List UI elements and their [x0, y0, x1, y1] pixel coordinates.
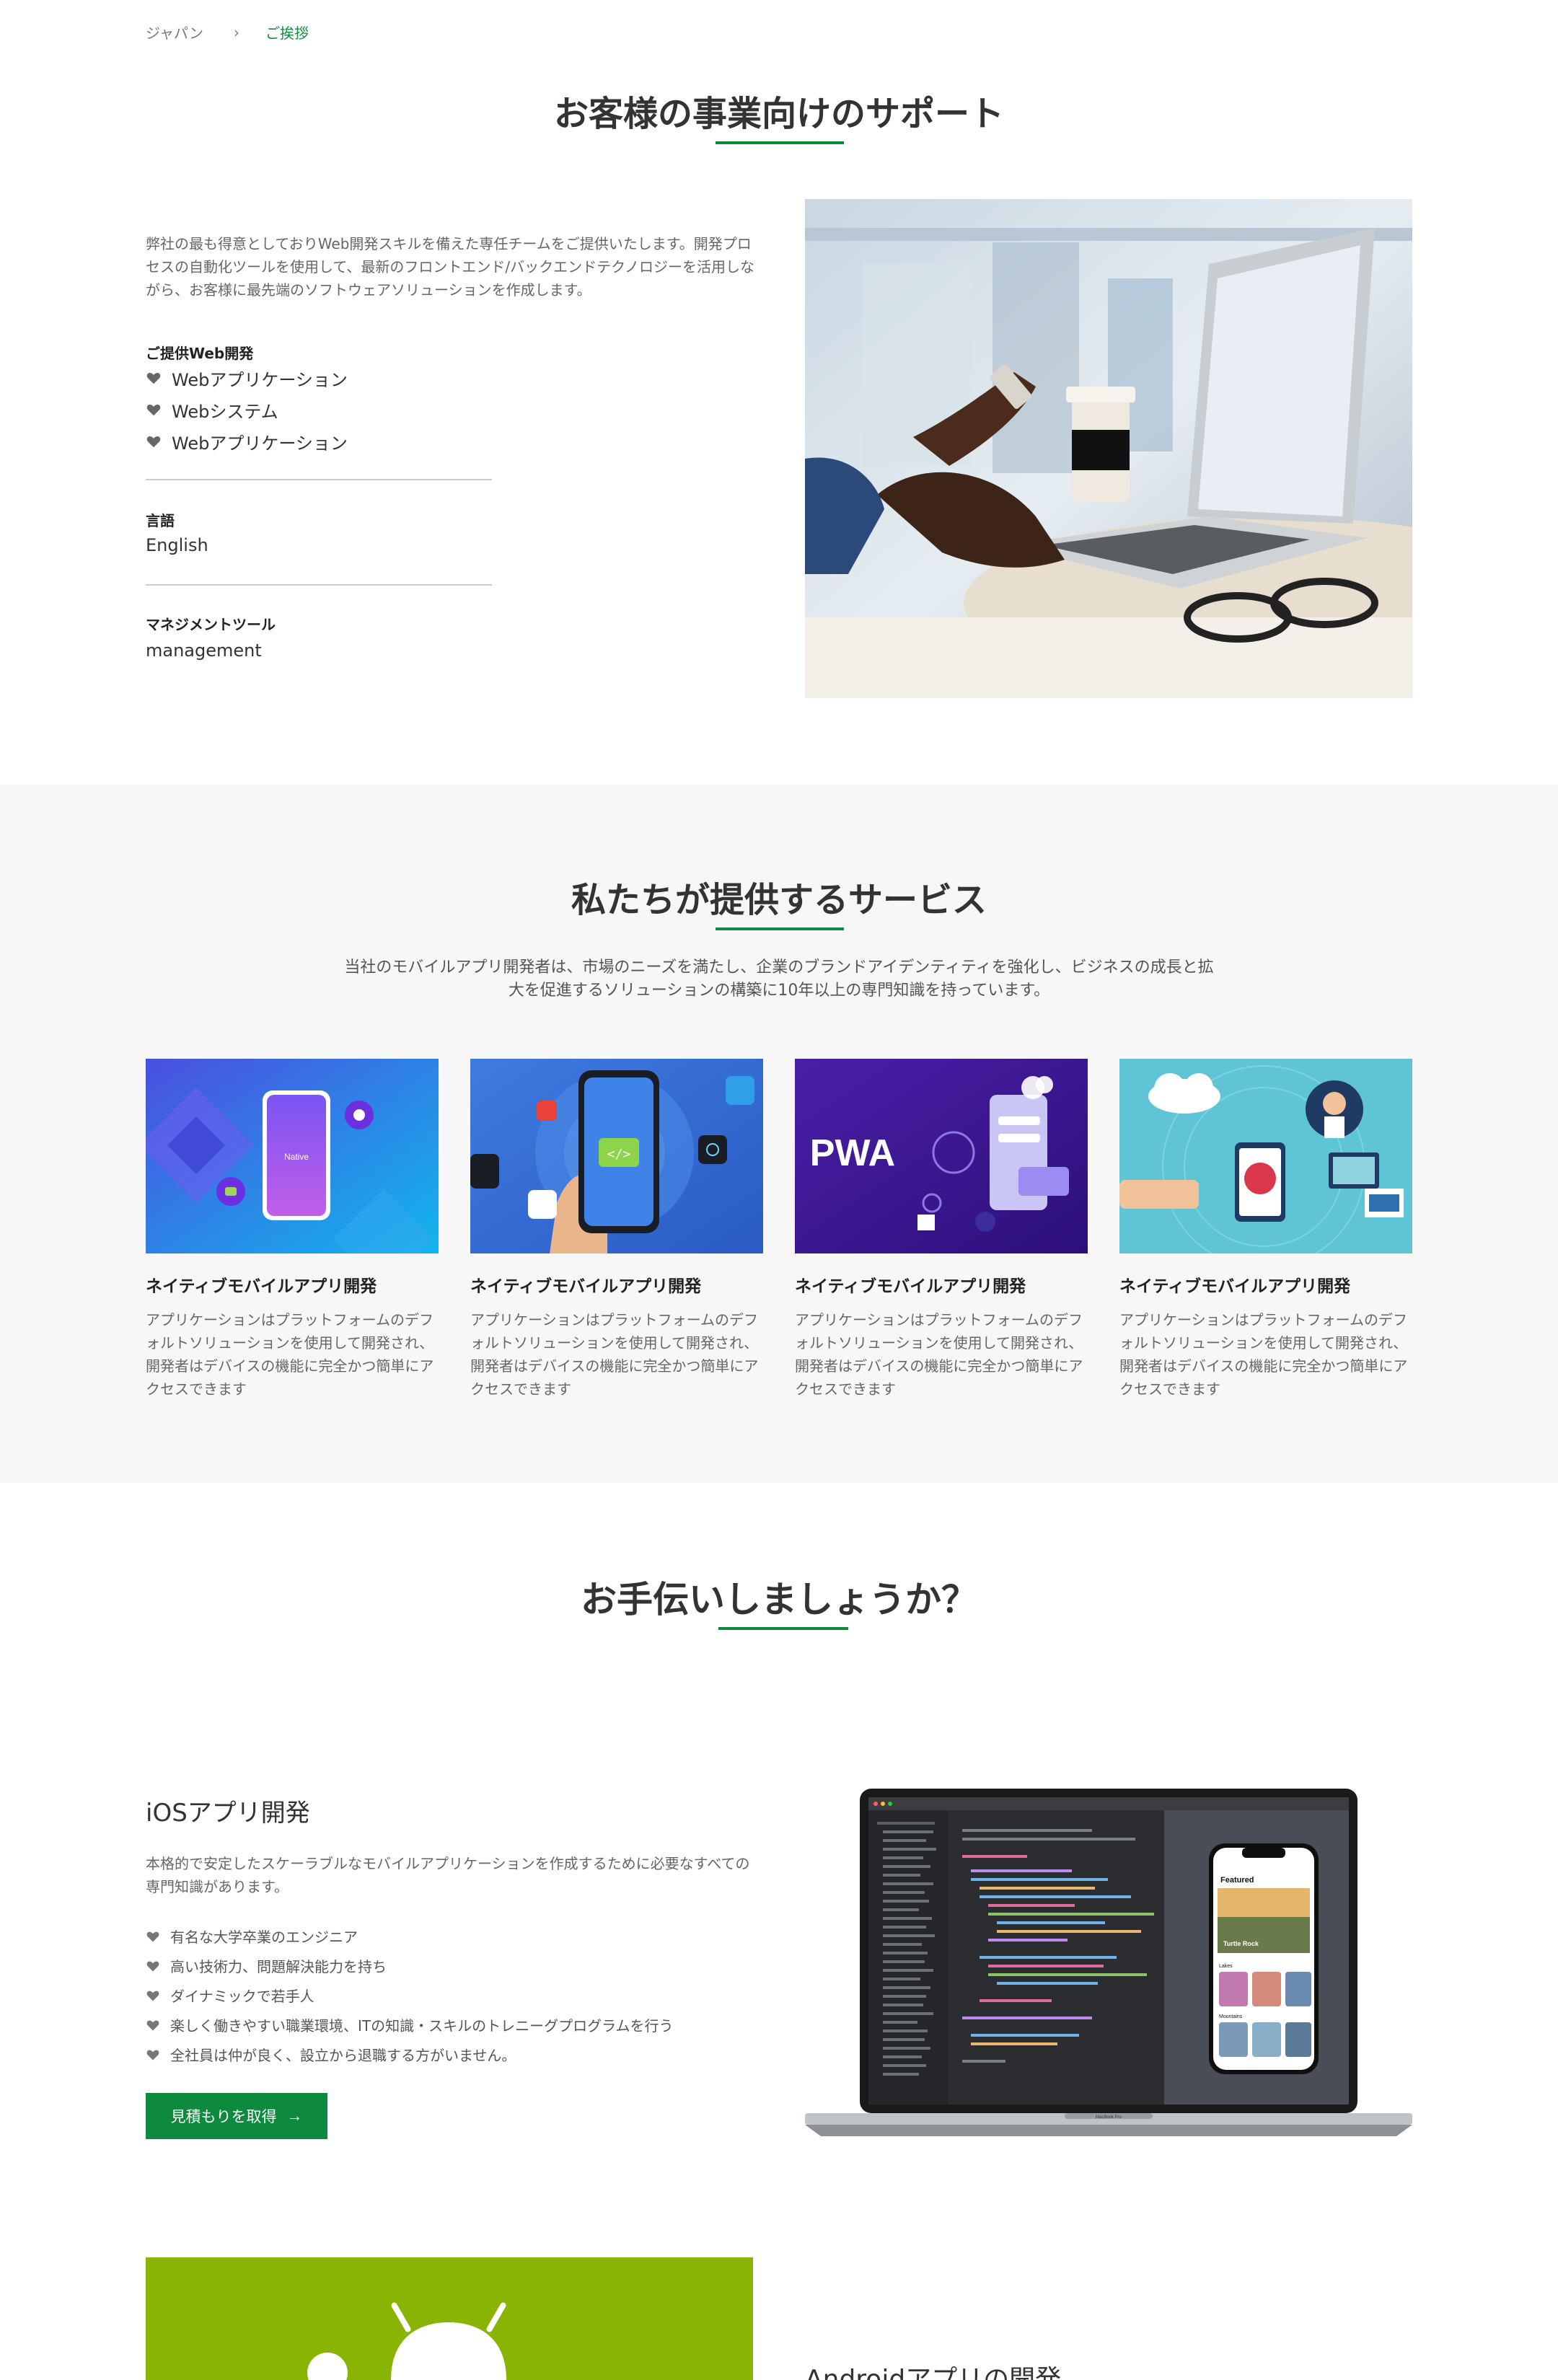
ios-title: iOSアプリ開発: [146, 1799, 310, 1828]
get-quote-label: 見積もりを取得: [170, 2109, 277, 2125]
pwa-logo-text: PWA: [810, 1132, 895, 1174]
list-item: 楽しく働きやすい職業環境、ITの知識・スキルのトレニーグプログラムを行う: [146, 2010, 674, 2040]
android-title: Androidアプリの開発: [805, 2365, 1062, 2380]
section-title-services: 私たちが提供するサービス: [571, 880, 987, 920]
macbook-mockup: Featured Turtle Rock Lakes Mountains Mac…: [805, 1786, 1412, 2143]
web-dev-list: Webアプリケーション Webシステム Webアプリケーション: [146, 362, 348, 457]
language-value: English: [146, 535, 208, 555]
arrow-right-icon: →: [286, 2107, 303, 2125]
laptop-photo: [805, 199, 1412, 698]
divider: [146, 584, 492, 586]
management-tool-label: マネジメントツール: [146, 616, 276, 633]
heart-icon: [146, 1929, 160, 1944]
ios-point: 楽しく働きやすい職業環境、ITの知識・スキルのトレニーグプログラムを行う: [170, 2017, 674, 2035]
list-item: Webアプリケーション: [146, 362, 348, 394]
laptop-brand-text: MacBook Pro: [1096, 2115, 1122, 2120]
heart-icon: [146, 433, 162, 449]
heart-icon: [146, 2018, 160, 2032]
title-underline: [716, 141, 844, 144]
service-card[interactable]: </> ネイティブモバイルアプリ開発 アプリケーションはプラットフォームのデフォ…: [470, 1059, 763, 1401]
phone-turtle-rock-text: Turtle Rock: [1223, 1940, 1259, 1947]
android-illustration: [146, 2257, 753, 2380]
card-text: アプリケーションはプラットフォームのデフォルトソリューションを使用して開発され、…: [470, 1311, 759, 1398]
native-label: Native: [284, 1152, 309, 1162]
cross-platform-image: </>: [470, 1059, 763, 1253]
phone-lakes-text: Lakes: [1219, 1964, 1233, 1969]
heart-icon: [146, 1988, 160, 2003]
management-tool-value: management: [146, 640, 262, 661]
section-title-help: お手伝いしましょうか？: [581, 1579, 977, 1621]
list-item: ダイナミックで若手人: [146, 1980, 674, 2010]
service-card[interactable]: Native ネイティブモバイルアプリ開発 アプリケーションはプラットフォームの…: [146, 1059, 439, 1401]
language-label: 言語: [146, 512, 175, 529]
get-quote-button[interactable]: 見積もりを取得 →: [146, 2093, 327, 2139]
ios-point: 有名な大学卒業のエンジニア: [170, 1929, 358, 1946]
list-item: Webアプリケーション: [146, 426, 348, 457]
heart-icon: [146, 1959, 160, 1973]
chevron-right-icon: ›: [234, 23, 239, 41]
list-item: 有名な大学卒業のエンジニア: [146, 1921, 674, 1951]
card-text: アプリケーションはプラットフォームのデフォルトソリューションを使用して開発され、…: [1119, 1311, 1408, 1398]
service-card[interactable]: ネイティブモバイルアプリ開発 アプリケーションはプラットフォームのデフォルトソリ…: [1119, 1059, 1412, 1401]
card-title: ネイティブモバイルアプリ開発: [146, 1277, 377, 1296]
card-title: ネイティブモバイルアプリ開発: [1119, 1277, 1351, 1296]
breadcrumb-home[interactable]: ジャパン: [146, 22, 203, 43]
ios-point: 高い技術力、問題解決能力を持ち: [170, 1958, 387, 1975]
native-app-image: Native: [146, 1059, 439, 1253]
list-item: Webシステム: [146, 394, 348, 426]
web-dev-label: ご提供Web開発: [146, 345, 254, 362]
services-description: 当社のモバイルアプリ開発者は、市場のニーズを満たし、企業のブランドアイデンティテ…: [344, 958, 1214, 1000]
web-dev-item: Webアプリケーション: [172, 369, 348, 390]
svg-text:</>: </>: [607, 1147, 631, 1162]
phone-mountains-text: Mountains: [1219, 2014, 1243, 2019]
title-underline: [716, 927, 844, 930]
ios-point: ダイナミックで若手人: [170, 1988, 314, 2005]
breadcrumb-current: ご挨拶: [265, 25, 309, 42]
section-title-support: お客様の事業向けのサポート: [553, 94, 1004, 134]
heart-icon: [146, 370, 162, 386]
breadcrumb: ジャパン › ご挨拶: [146, 22, 309, 43]
web-dev-item: Webアプリケーション: [172, 433, 348, 454]
list-item: 全社員は仲が良く、設立から退職する方がいません。: [146, 2040, 674, 2069]
ios-intro: 本格的で安定したスケーラブルなモバイルアプリケーションを作成するために必要なすべ…: [146, 1855, 750, 1895]
pwa-image: PWA: [795, 1059, 1088, 1253]
heart-icon: [146, 402, 162, 418]
list-item: 高い技術力、問題解決能力を持ち: [146, 1951, 674, 1980]
healthcare-app-image: [1119, 1059, 1412, 1253]
card-title: ネイティブモバイルアプリ開発: [795, 1277, 1026, 1296]
card-text: アプリケーションはプラットフォームのデフォルトソリューションを使用して開発され、…: [146, 1311, 434, 1398]
ios-points: 有名な大学卒業のエンジニア 高い技術力、問題解決能力を持ち ダイナミックで若手人…: [146, 1921, 674, 2069]
web-dev-item: Webシステム: [172, 401, 278, 422]
title-underline: [718, 1627, 848, 1630]
ios-point: 全社員は仲が良く、設立から退職する方がいません。: [170, 2047, 516, 2064]
heart-icon: [146, 2048, 160, 2062]
card-title: ネイティブモバイルアプリ開発: [470, 1277, 702, 1296]
support-intro: 弊社の最も得意としておりWeb開発スキルを備えた専任チームをご提供いたします。開…: [146, 235, 754, 299]
divider: [146, 479, 492, 480]
phone-featured-text: Featured: [1220, 1876, 1254, 1885]
service-card[interactable]: PWA ネイティブモバイルアプリ開発 アプリケーションはプラットフォームのデフォ…: [795, 1059, 1088, 1401]
card-text: アプリケーションはプラットフォームのデフォルトソリューションを使用して開発され、…: [795, 1311, 1083, 1398]
